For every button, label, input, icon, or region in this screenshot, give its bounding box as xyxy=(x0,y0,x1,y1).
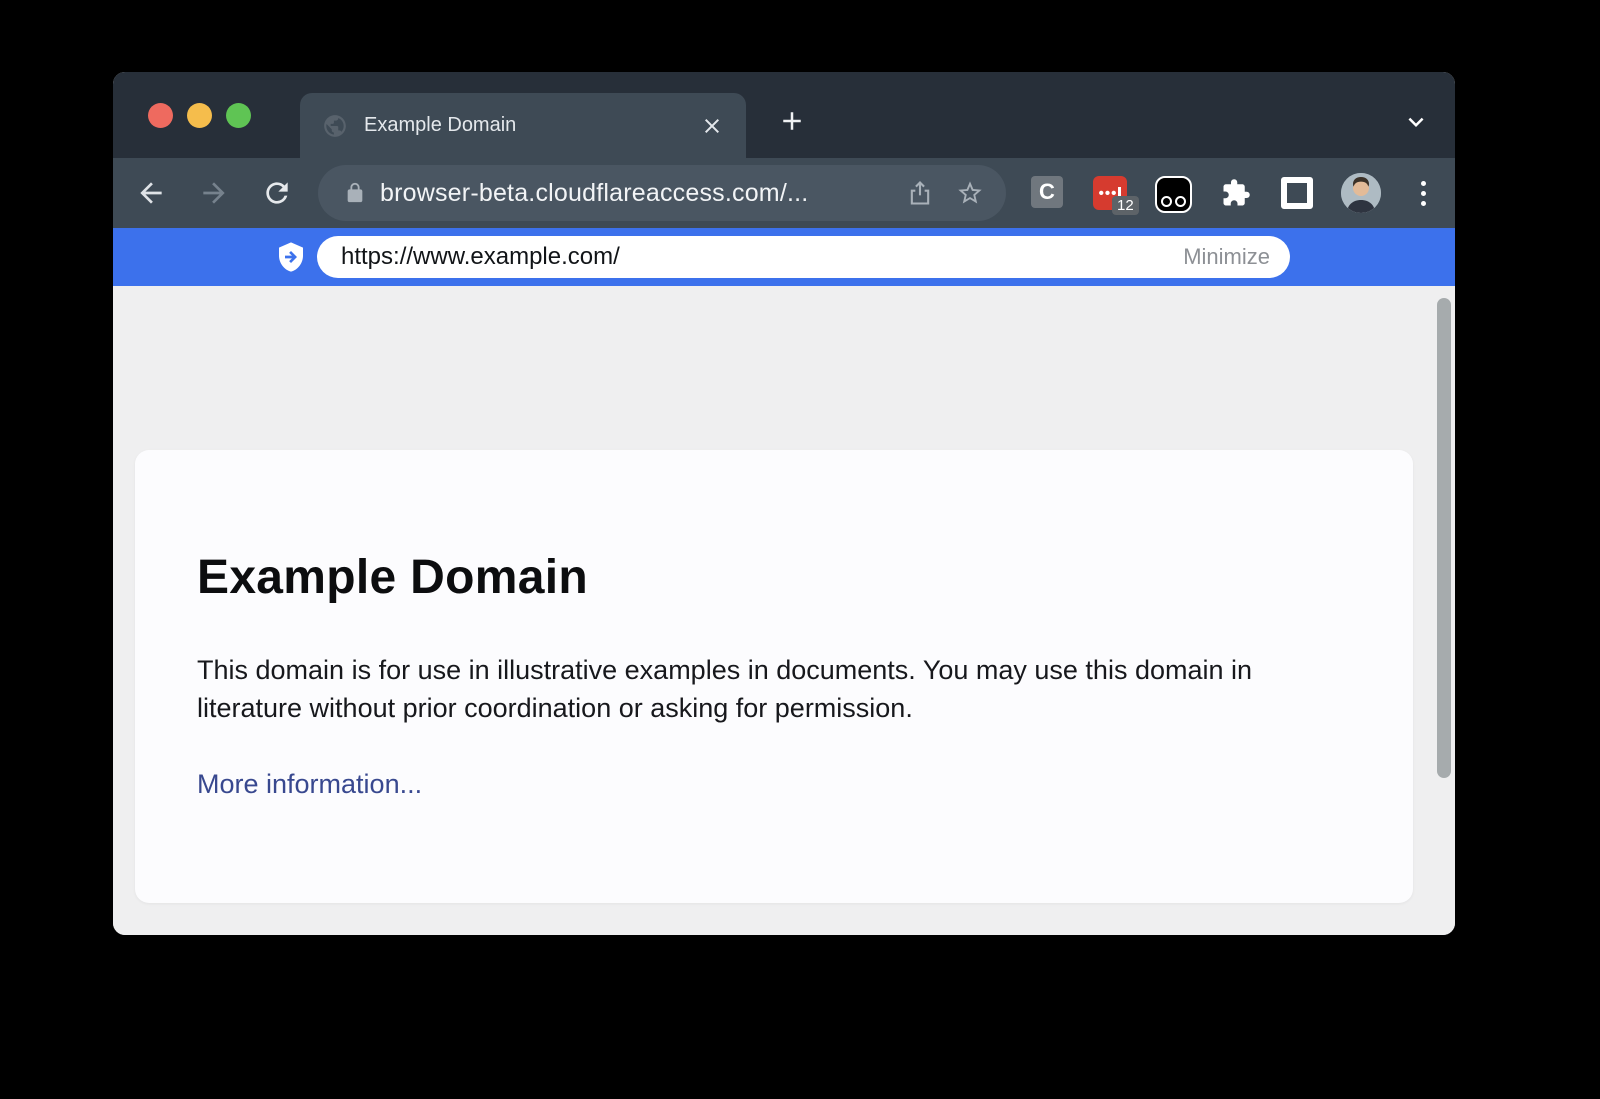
omnibox-url-bar[interactable]: browser-beta.cloudflareaccess.com/... xyxy=(318,165,1006,221)
page-paragraph: This domain is for use in illustrative e… xyxy=(197,651,1343,727)
password-manager-extension-icon[interactable]: ••• 12 xyxy=(1093,176,1127,210)
macos-close-button[interactable] xyxy=(148,103,173,128)
share-icon[interactable] xyxy=(906,179,934,207)
toolbar: browser-beta.cloudflareaccess.com/... C … xyxy=(113,158,1455,228)
new-tab-button[interactable] xyxy=(777,106,807,136)
isolation-shield-icon xyxy=(275,241,307,273)
profile-avatar[interactable] xyxy=(1341,173,1381,213)
isolation-bar: https://www.example.com/ Minimize xyxy=(113,228,1455,286)
forward-button[interactable] xyxy=(198,177,230,209)
tab-title: Example Domain xyxy=(364,114,700,137)
extension-c-icon[interactable]: C xyxy=(1031,176,1063,208)
tab-search-chevron-icon[interactable] xyxy=(1401,107,1431,137)
page-heading: Example Domain xyxy=(197,550,1343,605)
tab-close-icon[interactable] xyxy=(700,114,724,138)
browser-menu-kebab-icon[interactable] xyxy=(1407,177,1439,209)
scrollbar-thumb[interactable] xyxy=(1437,298,1451,778)
extension-badge: 12 xyxy=(1112,196,1139,215)
lock-icon[interactable] xyxy=(344,182,366,204)
back-button[interactable] xyxy=(135,177,167,209)
minimize-button[interactable]: Minimize xyxy=(1183,244,1270,270)
dark-mask-extension-icon[interactable] xyxy=(1155,176,1192,213)
mask-right-eye xyxy=(1175,196,1186,207)
reload-button[interactable] xyxy=(261,177,293,209)
content-card: Example Domain This domain is for use in… xyxy=(135,450,1413,903)
isolation-url-text: https://www.example.com/ xyxy=(341,243,1183,271)
mask-left-eye xyxy=(1161,196,1172,207)
bookmark-star-icon[interactable] xyxy=(956,179,984,207)
extensions-puzzle-icon[interactable] xyxy=(1221,178,1251,208)
isolation-url-input[interactable]: https://www.example.com/ Minimize xyxy=(317,236,1290,278)
omnibox-url-text: browser-beta.cloudflareaccess.com/... xyxy=(380,179,884,208)
globe-favicon-icon xyxy=(322,113,348,139)
macos-zoom-button[interactable] xyxy=(226,103,251,128)
macos-minimize-button[interactable] xyxy=(187,103,212,128)
page-viewport: Example Domain This domain is for use in… xyxy=(113,286,1455,935)
titlebar: Example Domain xyxy=(113,72,1455,158)
browser-window: Example Domain browser-beta.cloudflareac xyxy=(113,72,1455,935)
more-information-link[interactable]: More information... xyxy=(197,769,422,800)
side-panel-icon[interactable] xyxy=(1281,177,1313,209)
tab-example-domain[interactable]: Example Domain xyxy=(300,93,746,158)
